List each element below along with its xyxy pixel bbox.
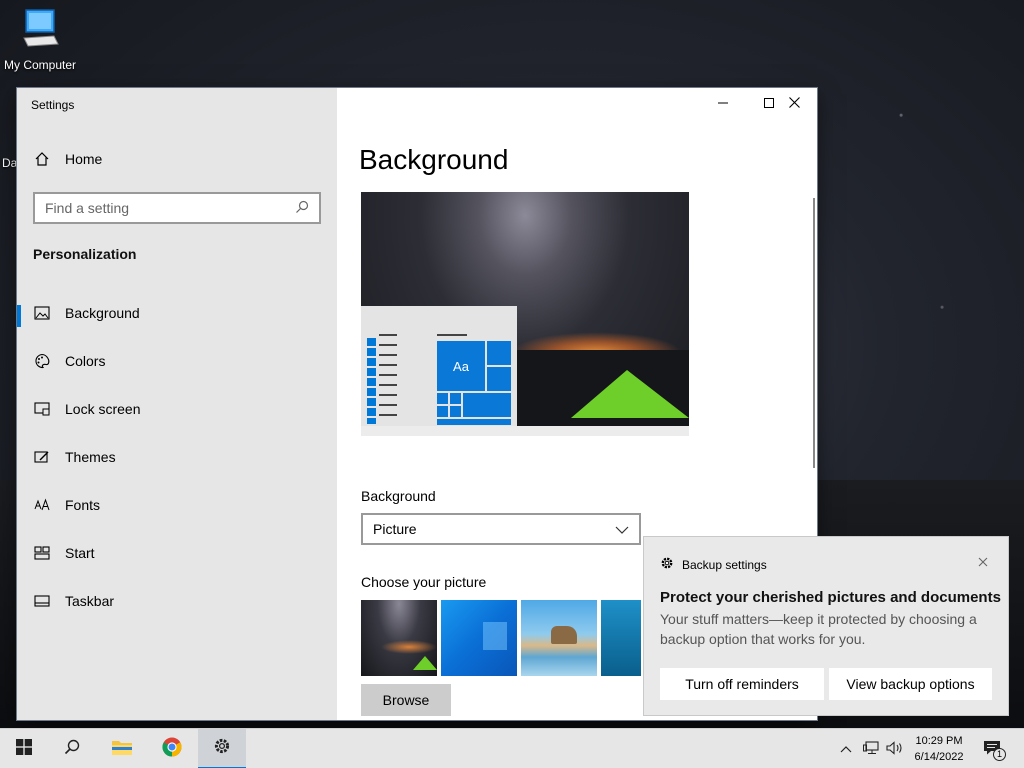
picture-thumbnail[interactable] (441, 600, 517, 676)
background-label: Background (361, 488, 436, 504)
sidebar-item-label: Colors (65, 353, 106, 369)
network-button[interactable] (860, 729, 882, 768)
picture-thumbnail[interactable] (361, 600, 437, 676)
lock-screen-icon (33, 400, 51, 418)
notification-count-badge: 1 (993, 748, 1006, 761)
sidebar-item-colors[interactable]: Colors (17, 341, 337, 381)
sidebar-item-label: Lock screen (65, 401, 141, 417)
clock[interactable]: 10:29 PM 6/14/2022 (904, 733, 974, 765)
volume-icon (886, 740, 904, 758)
themes-icon (33, 448, 51, 466)
taskbar: 10:29 PM 6/14/2022 1 (0, 728, 1024, 768)
file-explorer-button[interactable] (98, 729, 146, 768)
search-icon (64, 739, 80, 760)
chevron-down-icon (615, 521, 629, 537)
close-button[interactable] (771, 88, 817, 120)
search-icon (295, 200, 309, 217)
window-title: Settings (31, 98, 75, 112)
computer-icon (20, 8, 60, 54)
picture-thumbnail[interactable] (601, 600, 641, 676)
sidebar-item-themes[interactable]: Themes (17, 437, 337, 477)
choose-picture-label: Choose your picture (361, 574, 487, 590)
sidebar-item-label: Themes (65, 449, 116, 465)
network-icon (863, 740, 879, 758)
file-explorer-icon (111, 738, 133, 761)
preview-taskbar-strip (361, 426, 689, 436)
toast-app-name: Backup settings (682, 557, 767, 572)
sidebar-item-background[interactable]: Background (17, 293, 337, 333)
sidebar-item-lock-screen[interactable]: Lock screen (17, 389, 337, 429)
tent-image (571, 370, 689, 418)
windows-logo-icon (16, 738, 32, 760)
scrollbar[interactable] (813, 198, 815, 468)
close-icon (978, 555, 988, 570)
preview-tile: Aa (436, 340, 486, 392)
browse-button[interactable]: Browse (361, 684, 451, 716)
chrome-button[interactable] (148, 729, 196, 768)
fonts-icon (33, 496, 51, 514)
minimize-icon (718, 95, 728, 113)
chevron-up-icon (840, 742, 852, 756)
search-input[interactable]: Find a setting (33, 192, 321, 224)
minimize-button[interactable] (700, 88, 746, 120)
page-title: Background (359, 144, 509, 175)
palette-icon (33, 352, 51, 370)
sidebar-item-taskbar[interactable]: Taskbar (17, 581, 337, 621)
background-type-select[interactable]: Picture (361, 513, 641, 545)
sidebar-item-fonts[interactable]: Fonts (17, 485, 337, 525)
nav-home-label: Home (65, 151, 103, 167)
toast-header: Backup settings (660, 556, 767, 573)
nav-section-title: Personalization (33, 246, 137, 262)
sidebar-item-label: Start (65, 545, 95, 561)
sidebar-item-start[interactable]: Start (17, 533, 337, 573)
volume-button[interactable] (884, 729, 906, 768)
taskbar-search-button[interactable] (48, 729, 96, 768)
desktop-icon-my-computer[interactable]: My Computer (2, 8, 78, 72)
backup-notification-toast[interactable]: Backup settings Protect your cherished p… (644, 537, 1008, 715)
turn-off-reminders-button[interactable]: Turn off reminders (660, 668, 824, 700)
clock-date: 6/14/2022 (914, 751, 964, 763)
start-button[interactable] (0, 729, 48, 768)
clock-time: 10:29 PM (915, 735, 963, 747)
settings-taskbar-button[interactable] (198, 729, 246, 768)
toast-body: Your stuff matters—keep it protected by … (660, 611, 977, 647)
nav-home[interactable]: Home (33, 150, 102, 168)
show-hidden-icons-button[interactable] (836, 729, 856, 768)
taskbar-icon (33, 592, 51, 610)
desktop-icon-partial[interactable]: Da (2, 156, 17, 170)
toast-title: Protect your cherished pictures and docu… (660, 589, 1001, 606)
notification-icon: 1 (983, 740, 1006, 761)
sidebar-item-label: Background (65, 305, 140, 321)
background-type-value: Picture (373, 521, 417, 537)
toast-close-button[interactable] (978, 555, 988, 570)
sidebar-item-label: Taskbar (65, 593, 115, 609)
desktop-icon-label: My Computer (3, 58, 77, 72)
picture-thumbnail[interactable] (521, 600, 597, 676)
start-icon (33, 544, 51, 562)
desktop-mockup: Aa (361, 306, 517, 426)
view-backup-options-button[interactable]: View backup options (829, 668, 992, 700)
gear-icon (660, 556, 674, 573)
close-icon (788, 95, 800, 113)
picture-icon (33, 304, 51, 322)
action-center-button[interactable]: 1 (978, 729, 1008, 768)
settings-icon (213, 737, 231, 760)
sidebar-item-label: Fonts (65, 497, 101, 513)
background-preview: Aa (361, 192, 689, 426)
settings-nav: Settings Home Find a setting Personaliza… (17, 88, 337, 720)
search-placeholder: Find a setting (45, 200, 130, 216)
home-icon (33, 150, 51, 168)
chrome-icon (162, 737, 182, 762)
